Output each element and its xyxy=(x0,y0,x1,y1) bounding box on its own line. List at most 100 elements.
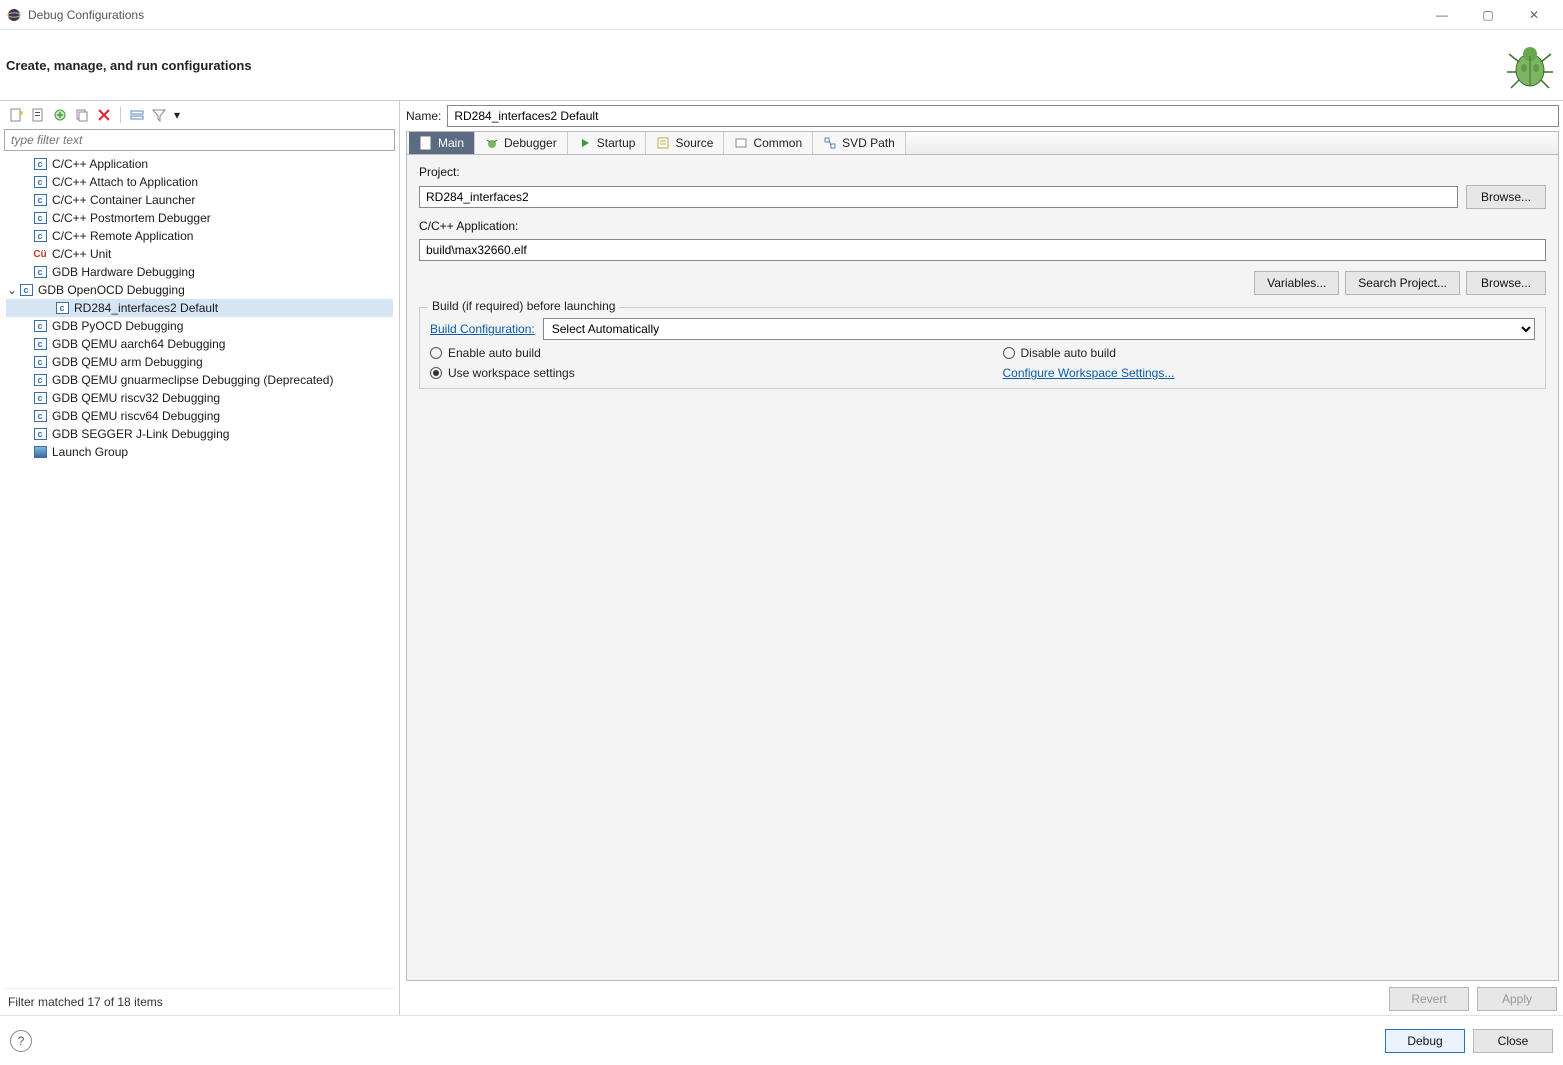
tree-item-rd284-default[interactable]: cRD284_interfaces2 Default xyxy=(6,299,393,317)
tree-label: GDB PyOCD Debugging xyxy=(52,319,183,333)
build-group-title: Build (if required) before launching xyxy=(428,299,619,313)
radio-label: Use workspace settings xyxy=(448,366,575,380)
radio-use-workspace-settings[interactable]: Use workspace settings xyxy=(430,366,963,380)
tree-label: GDB QEMU gnuarmeclipse Debugging (Deprec… xyxy=(52,373,333,387)
help-icon[interactable]: ? xyxy=(10,1030,32,1052)
titlebar: Debug Configurations — ▢ ✕ xyxy=(0,0,1563,30)
tree-item-gdb-qemu-arm[interactable]: cGDB QEMU arm Debugging xyxy=(6,353,393,371)
source-icon xyxy=(656,136,670,150)
right-pane: Name: Main Debugger Startup Source xyxy=(400,101,1563,1015)
export-icon[interactable] xyxy=(52,107,68,123)
configure-workspace-link[interactable]: Configure Workspace Settings... xyxy=(1003,366,1536,380)
new-config-icon[interactable] xyxy=(8,107,24,123)
tree-label: GDB QEMU aarch64 Debugging xyxy=(52,337,225,351)
tree-item-cpp-container[interactable]: cC/C++ Container Launcher xyxy=(6,191,393,209)
tree-item-cpp-unit[interactable]: CüC/C++ Unit xyxy=(6,245,393,263)
project-browse-button[interactable]: Browse... xyxy=(1466,185,1546,209)
tree-label: C/C++ Container Launcher xyxy=(52,193,195,207)
toolbar-separator xyxy=(120,107,121,123)
tree-item-gdb-qemu-aarch64[interactable]: cGDB QEMU aarch64 Debugging xyxy=(6,335,393,353)
name-input[interactable] xyxy=(447,105,1559,127)
close-button[interactable]: ✕ xyxy=(1517,8,1551,22)
tree-label: C/C++ Attach to Application xyxy=(52,175,198,189)
revert-button[interactable]: Revert xyxy=(1389,987,1469,1011)
window-controls: — ▢ ✕ xyxy=(1425,8,1557,22)
play-icon xyxy=(578,136,592,150)
svd-icon xyxy=(823,136,837,150)
banner: Create, manage, and run configurations xyxy=(0,30,1563,100)
tree-label: GDB OpenOCD Debugging xyxy=(38,283,185,297)
filter-dropdown-icon[interactable]: ▾ xyxy=(173,107,181,123)
project-label: Project: xyxy=(419,165,1546,179)
build-configuration-link[interactable]: Build Configuration: xyxy=(430,322,535,336)
footer: ? Debug Close xyxy=(0,1015,1563,1065)
bug-icon xyxy=(1505,40,1555,90)
tree-label: Launch Group xyxy=(52,445,128,459)
document-icon xyxy=(419,136,433,150)
radio-disable-auto-build[interactable]: Disable auto build xyxy=(1003,346,1536,360)
minimize-button[interactable]: — xyxy=(1425,8,1459,22)
tab-common[interactable]: Common xyxy=(724,132,813,154)
maximize-button[interactable]: ▢ xyxy=(1471,8,1505,22)
tab-svd-path[interactable]: SVD Path xyxy=(813,132,906,154)
tree-item-cpp-postmortem[interactable]: cC/C++ Postmortem Debugger xyxy=(6,209,393,227)
search-project-button[interactable]: Search Project... xyxy=(1345,271,1460,295)
apply-button[interactable]: Apply xyxy=(1477,987,1557,1011)
left-pane: ▾ cC/C++ Application cC/C++ Attach to Ap… xyxy=(0,101,400,1015)
tree-label: GDB SEGGER J-Link Debugging xyxy=(52,427,229,441)
debug-button[interactable]: Debug xyxy=(1385,1029,1465,1053)
tree-item-gdb-qemu-riscv64[interactable]: cGDB QEMU riscv64 Debugging xyxy=(6,407,393,425)
tab-label: Main xyxy=(438,136,464,150)
variables-button[interactable]: Variables... xyxy=(1254,271,1339,295)
project-input[interactable] xyxy=(419,186,1458,208)
bug-small-icon xyxy=(485,136,499,150)
banner-title: Create, manage, and run configurations xyxy=(4,58,252,73)
tree-label: C/C++ Remote Application xyxy=(52,229,193,243)
tab-label: SVD Path xyxy=(842,136,895,150)
tab-label: Debugger xyxy=(504,136,557,150)
tree-item-launch-group[interactable]: Launch Group xyxy=(6,443,393,461)
tab-source[interactable]: Source xyxy=(646,132,724,154)
tree-item-gdb-qemu-deprecated[interactable]: cGDB QEMU gnuarmeclipse Debugging (Depre… xyxy=(6,371,393,389)
radio-enable-auto-build[interactable]: Enable auto build xyxy=(430,346,963,360)
tab-debugger[interactable]: Debugger xyxy=(475,132,568,154)
tree-item-cpp-remote[interactable]: cC/C++ Remote Application xyxy=(6,227,393,245)
tree-label: C/C++ Unit xyxy=(52,247,111,261)
tree-label: GDB QEMU arm Debugging xyxy=(52,355,203,369)
window-title: Debug Configurations xyxy=(28,8,1425,22)
duplicate-icon[interactable] xyxy=(74,107,90,123)
tree-item-gdb-segger-jlink[interactable]: cGDB SEGGER J-Link Debugging xyxy=(6,425,393,443)
tabs: Main Debugger Startup Source Common SVD … xyxy=(406,131,1559,155)
delete-icon[interactable] xyxy=(96,107,112,123)
build-configuration-select[interactable]: Select Automatically xyxy=(543,318,1535,340)
tree-label: C/C++ Postmortem Debugger xyxy=(52,211,211,225)
tree-item-cpp-app[interactable]: cC/C++ Application xyxy=(6,155,393,173)
app-browse-button[interactable]: Browse... xyxy=(1466,271,1546,295)
app-label: C/C++ Application: xyxy=(419,219,1546,233)
build-group: Build (if required) before launching Bui… xyxy=(419,307,1546,389)
new-proto-config-icon[interactable] xyxy=(30,107,46,123)
tree-item-gdb-hardware[interactable]: cGDB Hardware Debugging xyxy=(6,263,393,281)
tab-main[interactable]: Main xyxy=(409,132,475,154)
app-input[interactable] xyxy=(419,239,1546,261)
tab-body-main: Project: Browse... C/C++ Application: Va… xyxy=(406,155,1559,981)
collapse-all-icon[interactable] xyxy=(129,107,145,123)
tree-item-gdb-openocd[interactable]: ⌄cGDB OpenOCD Debugging xyxy=(6,281,393,299)
tree-label: C/C++ Application xyxy=(52,157,148,171)
close-dialog-button[interactable]: Close xyxy=(1473,1029,1553,1053)
tree-item-cpp-attach[interactable]: cC/C++ Attach to Application xyxy=(6,173,393,191)
tree-label: GDB Hardware Debugging xyxy=(52,265,195,279)
eclipse-icon xyxy=(6,7,22,23)
tab-label: Common xyxy=(753,136,802,150)
config-tree[interactable]: cC/C++ Application cC/C++ Attach to Appl… xyxy=(4,151,395,988)
filter-status: Filter matched 17 of 18 items xyxy=(4,988,395,1015)
filter-input[interactable] xyxy=(4,129,395,151)
common-icon xyxy=(734,136,748,150)
expand-icon[interactable]: ⌄ xyxy=(6,283,18,297)
tree-item-gdb-pyocd[interactable]: cGDB PyOCD Debugging xyxy=(6,317,393,335)
tree-item-gdb-qemu-riscv32[interactable]: cGDB QEMU riscv32 Debugging xyxy=(6,389,393,407)
name-label: Name: xyxy=(406,109,441,123)
filter-icon[interactable] xyxy=(151,107,167,123)
tree-label: RD284_interfaces2 Default xyxy=(74,301,218,315)
tab-startup[interactable]: Startup xyxy=(568,132,647,154)
